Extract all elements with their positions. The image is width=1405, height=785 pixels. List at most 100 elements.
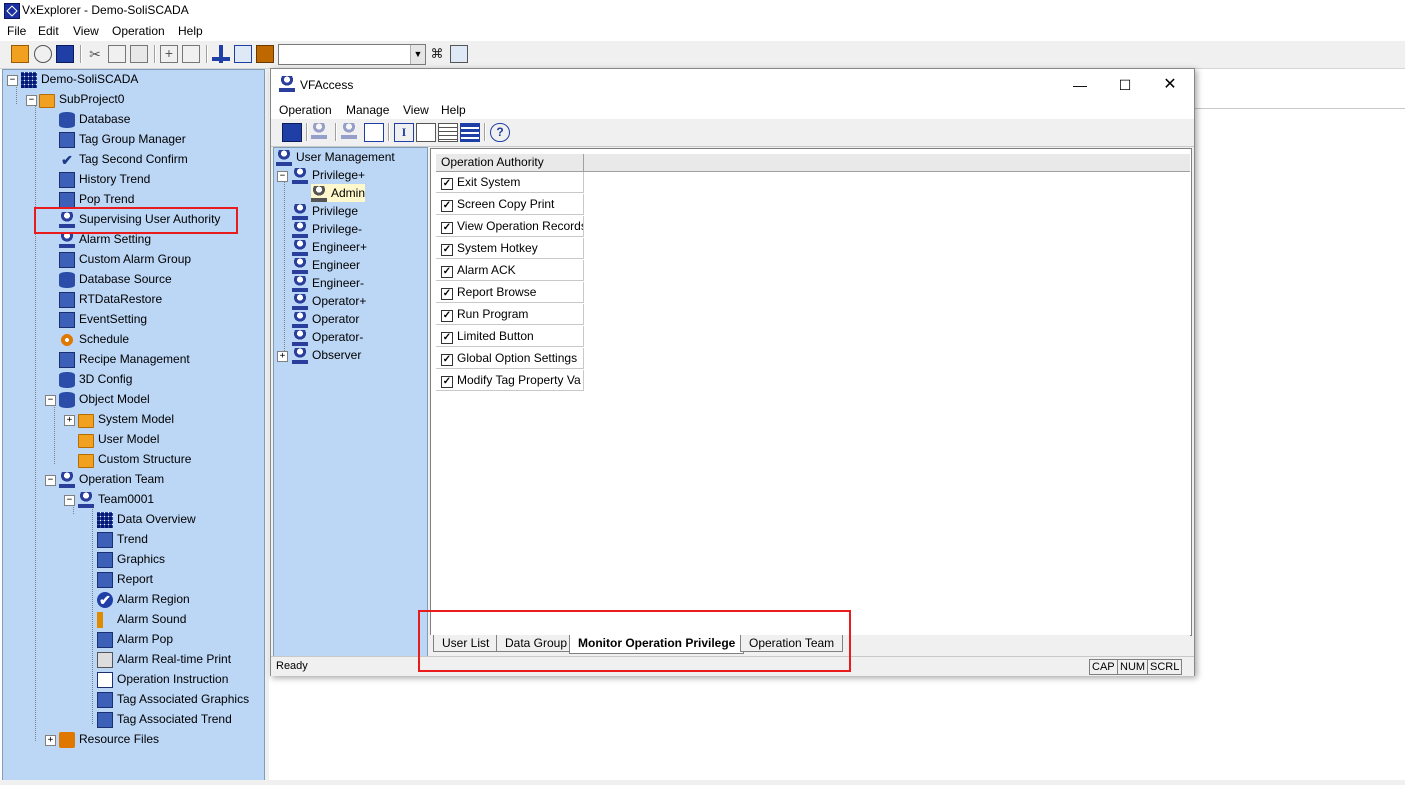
tree-item-eventsetting[interactable]: EventSetting bbox=[59, 310, 147, 328]
save-icon[interactable] bbox=[282, 123, 302, 142]
tree-item-alarm-region[interactable]: ✔ Alarm Region bbox=[97, 590, 190, 608]
list-view-icon[interactable] bbox=[438, 123, 458, 142]
checkbox[interactable]: ✓ bbox=[441, 222, 453, 234]
tree-expand-toggle[interactable]: + bbox=[277, 351, 288, 362]
dialog-menu-view[interactable]: View bbox=[403, 103, 429, 117]
refresh-icon[interactable] bbox=[34, 45, 52, 63]
info-icon[interactable]: I bbox=[394, 123, 414, 142]
tree-item-database-source[interactable]: Database Source bbox=[59, 270, 172, 288]
add-icon[interactable]: + bbox=[160, 45, 178, 63]
authority-row[interactable]: ✓ Report Browse bbox=[436, 282, 584, 303]
tree-item-team0001[interactable]: Team0001 bbox=[78, 490, 154, 508]
tree-item-report[interactable]: Report bbox=[97, 570, 153, 588]
delete-icon[interactable] bbox=[182, 45, 200, 63]
tree-item-tag-associated-graphics[interactable]: Tag Associated Graphics bbox=[97, 690, 249, 708]
tree-item-recipe-management[interactable]: Recipe Management bbox=[59, 350, 190, 368]
checkbox[interactable]: ✓ bbox=[441, 200, 453, 212]
user-group-operator-minus[interactable]: Operator- bbox=[292, 328, 363, 346]
checkbox[interactable]: ✓ bbox=[441, 354, 453, 366]
user-management-tree[interactable]: User Management − Privilege+ Admin Privi… bbox=[273, 147, 428, 658]
tree-item-alarm-setting[interactable]: Alarm Setting bbox=[59, 230, 151, 248]
user-admin[interactable]: Admin bbox=[311, 184, 366, 202]
tree-collapse-toggle[interactable]: − bbox=[64, 495, 75, 506]
tree-collapse-toggle[interactable]: − bbox=[277, 171, 288, 182]
tree-item-resource-files[interactable]: Resource Files bbox=[59, 730, 159, 748]
tree-item-custom-alarm-group[interactable]: Custom Alarm Group bbox=[59, 250, 191, 268]
minimize-button[interactable]: — bbox=[1059, 73, 1101, 97]
tree-item-3d-config[interactable]: 3D Config bbox=[59, 370, 132, 388]
checkbox[interactable]: ✓ bbox=[441, 244, 453, 256]
user-group-privilege-plus[interactable]: Privilege+ bbox=[292, 166, 365, 184]
tree-item-object-model[interactable]: Object Model bbox=[59, 390, 150, 408]
user-group-engineer-plus[interactable]: Engineer+ bbox=[292, 238, 367, 256]
user-group-engineer-minus[interactable]: Engineer- bbox=[292, 274, 364, 292]
tree-item-trend[interactable]: Trend bbox=[97, 530, 148, 548]
tree-item-rtdatarestore[interactable]: RTDataRestore bbox=[59, 290, 162, 308]
authority-row[interactable]: ✓ Global Option Settings bbox=[436, 348, 584, 369]
paste-icon[interactable] bbox=[130, 45, 148, 63]
tab-user-list[interactable]: User List bbox=[433, 635, 499, 652]
checkbox[interactable]: ✓ bbox=[441, 376, 453, 388]
authority-row[interactable]: ✓ System Hotkey bbox=[436, 238, 584, 259]
checkbox[interactable]: ✓ bbox=[441, 332, 453, 344]
user-group-engineer[interactable]: Engineer bbox=[292, 256, 360, 274]
tree-item-user-model[interactable]: User Model bbox=[78, 430, 159, 448]
dialog-menu-manage[interactable]: Manage bbox=[346, 103, 389, 117]
save-icon[interactable] bbox=[56, 45, 74, 63]
cut-icon[interactable]: ✂ bbox=[86, 45, 104, 63]
tree-subproject[interactable]: SubProject0 bbox=[39, 90, 124, 108]
tree-item-schedule[interactable]: Schedule bbox=[59, 330, 129, 348]
menu-operation[interactable]: Operation bbox=[112, 24, 165, 38]
authority-row[interactable]: ✓ Alarm ACK bbox=[436, 260, 584, 281]
tree-item-alarm-realtime-print[interactable]: Alarm Real-time Print bbox=[97, 650, 231, 668]
tab-operation-team[interactable]: Operation Team bbox=[740, 635, 844, 652]
tree-expand-toggle[interactable]: + bbox=[45, 735, 56, 746]
authority-grid[interactable]: Operation Authority ✓ Exit System ✓ Screen … bbox=[430, 148, 1192, 636]
user-properties-icon[interactable] bbox=[364, 123, 384, 142]
tree-item-supervising-user-authority[interactable]: Supervising User Authority bbox=[59, 210, 220, 228]
menu-help[interactable]: Help bbox=[178, 24, 203, 38]
column-header-operation-authority[interactable]: Operation Authority bbox=[436, 154, 584, 171]
tree-collapse-toggle[interactable]: − bbox=[26, 95, 37, 106]
authority-row[interactable]: ✓ View Operation Records bbox=[436, 216, 584, 237]
authority-row[interactable]: ✓ Modify Tag Property Va bbox=[436, 370, 584, 391]
help-icon[interactable]: ? bbox=[490, 123, 510, 142]
tree-item-tag-second-confirm[interactable]: ✔ Tag Second Confirm bbox=[59, 150, 188, 168]
tree-item-database[interactable]: Database bbox=[59, 110, 130, 128]
network-icon[interactable] bbox=[212, 45, 230, 63]
tree-item-tag-group-manager[interactable]: Tag Group Manager bbox=[59, 130, 186, 148]
tree-expand-toggle[interactable]: + bbox=[64, 415, 75, 426]
checkbox[interactable]: ✓ bbox=[441, 310, 453, 322]
close-button[interactable]: ✕ bbox=[1149, 73, 1191, 97]
dialog-menu-help[interactable]: Help bbox=[441, 103, 466, 117]
tree-item-alarm-pop[interactable]: Alarm Pop bbox=[97, 630, 173, 648]
checkbox[interactable]: ✓ bbox=[441, 178, 453, 190]
package-icon[interactable] bbox=[256, 45, 274, 63]
tree-item-system-model[interactable]: System Model bbox=[78, 410, 174, 428]
user-group-privilege[interactable]: Privilege bbox=[292, 202, 358, 220]
user-group-operator[interactable]: Operator bbox=[292, 310, 359, 328]
detail-view-icon[interactable] bbox=[460, 123, 480, 142]
authority-row[interactable]: ✓ Exit System bbox=[436, 172, 584, 193]
binoculars-icon[interactable]: ⌘ bbox=[428, 45, 446, 63]
menu-file[interactable]: File bbox=[7, 24, 26, 38]
tree-item-operation-instruction[interactable]: Operation Instruction bbox=[97, 670, 228, 688]
project-tree[interactable]: − Demo-SoliSCADA − SubProject0 Database … bbox=[2, 69, 265, 782]
add-user-icon[interactable] bbox=[311, 123, 331, 142]
tree-item-graphics[interactable]: Graphics bbox=[97, 550, 165, 568]
user-group-privilege-minus[interactable]: Privilege- bbox=[292, 220, 362, 238]
tree-item-history-trend[interactable]: History Trend bbox=[59, 170, 150, 188]
tree-root[interactable]: Demo-SoliSCADA bbox=[21, 70, 138, 88]
tree-item-tag-associated-trend[interactable]: Tag Associated Trend bbox=[97, 710, 232, 728]
tile-icon[interactable] bbox=[416, 123, 436, 142]
screen-capture-icon[interactable] bbox=[450, 45, 468, 63]
monitor-icon[interactable] bbox=[234, 45, 252, 63]
tree-item-pop-trend[interactable]: Pop Trend bbox=[59, 190, 134, 208]
tree-collapse-toggle[interactable]: − bbox=[7, 75, 18, 86]
user-tree-root[interactable]: User Management bbox=[276, 148, 395, 166]
tab-monitor-operation-privilege[interactable]: Monitor Operation Privilege bbox=[569, 635, 745, 654]
menu-view[interactable]: View bbox=[73, 24, 99, 38]
tree-item-data-overview[interactable]: Data Overview bbox=[97, 510, 196, 528]
authority-row[interactable]: ✓ Screen Copy Print bbox=[436, 194, 584, 215]
authority-row[interactable]: ✓ Limited Button bbox=[436, 326, 584, 347]
